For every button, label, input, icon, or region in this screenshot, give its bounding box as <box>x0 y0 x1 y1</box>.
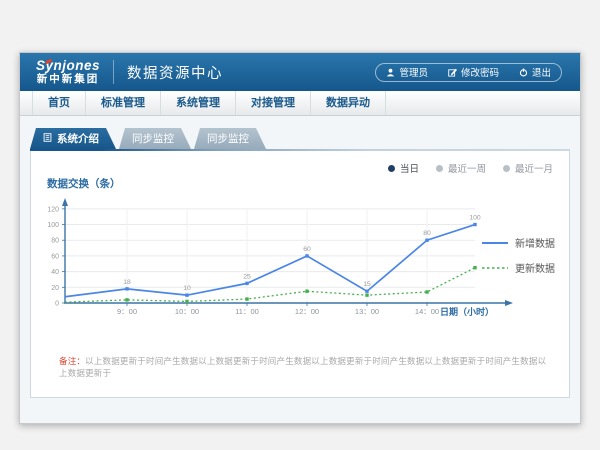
filter-last-week[interactable]: 最近一周 <box>436 161 486 175</box>
svg-text:25: 25 <box>243 273 251 280</box>
remark-note: 备注：以上数据更新于时间产生数据以上数据更新于时间产生数据以上数据更新于时间产生… <box>59 355 553 379</box>
remark-text: 以上数据更新于时间产生数据以上数据更新于时间产生数据以上数据更新于时间产生数据以… <box>59 356 546 378</box>
svg-text:20: 20 <box>51 285 59 292</box>
change-password-button[interactable]: 修改密码 <box>438 65 509 79</box>
svg-text:日期（小时）: 日期（小时） <box>440 306 494 317</box>
svg-text:13：00: 13：00 <box>355 307 379 316</box>
tab-label: 同步监控 <box>207 131 249 146</box>
legend-item-updated-data: 更新数据 <box>482 260 555 275</box>
logo-chinese: 新中新集团 <box>36 74 100 85</box>
svg-text:0: 0 <box>55 301 59 308</box>
nav-item-home[interactable]: 首页 <box>32 91 85 115</box>
svg-text:18: 18 <box>123 279 131 286</box>
svg-text:100: 100 <box>47 222 59 229</box>
admin-user-button[interactable]: 管理员 <box>376 65 438 79</box>
main-nav: 首页 标准管理 系统管理 对接管理 数据异动 <box>20 91 580 116</box>
legend-line-solid-icon <box>482 239 508 247</box>
svg-text:100: 100 <box>469 215 481 222</box>
tab-label: 系统介绍 <box>57 131 99 146</box>
tab-sync-monitor-2[interactable]: 同步监控 <box>194 128 266 149</box>
nav-item-system[interactable]: 系统管理 <box>160 91 235 115</box>
svg-text:10：00: 10：00 <box>175 307 199 316</box>
user-icon <box>386 68 395 77</box>
y-axis-title: 数据交换（条） <box>47 176 121 191</box>
legend-line-dotted-icon <box>482 264 508 272</box>
logout-button[interactable]: 退出 <box>509 65 561 79</box>
period-filters: 当日 最近一周 最近一月 <box>388 161 553 175</box>
svg-text:60: 60 <box>303 246 311 253</box>
remark-prefix: 备注： <box>59 356 85 366</box>
svg-text:11：00: 11：00 <box>235 307 259 316</box>
nav-item-changes[interactable]: 数据异动 <box>310 91 386 115</box>
page-title: 数据资源中心 <box>127 62 223 83</box>
filter-today[interactable]: 当日 <box>388 161 419 175</box>
line-chart: 0 20 40 60 80 100 120 9：00 10：00 11：00 12：00 13：00 1… <box>35 191 555 329</box>
content-area: 系统介绍 同步监控 同步监控 当日 最近一周 <box>20 116 580 423</box>
svg-text:40: 40 <box>51 269 59 276</box>
legend-label: 更新数据 <box>515 260 555 275</box>
radio-icon <box>436 165 443 172</box>
nav-item-standards[interactable]: 标准管理 <box>85 91 160 115</box>
filter-label: 当日 <box>400 161 419 175</box>
tab-system-intro[interactable]: 系统介绍 <box>30 128 116 149</box>
logo-english: Synjones <box>36 59 100 73</box>
user-toolbar: 管理员 修改密码 退出 <box>375 63 562 82</box>
tab-label: 同步监控 <box>132 131 174 146</box>
edit-icon <box>448 68 457 77</box>
power-icon <box>519 68 528 77</box>
filter-label: 最近一月 <box>515 161 553 175</box>
radio-selected-icon <box>388 165 395 172</box>
svg-text:60: 60 <box>51 253 59 260</box>
svg-text:120: 120 <box>47 206 59 213</box>
nav-item-interface[interactable]: 对接管理 <box>235 91 310 115</box>
chart-legend: 新增数据 更新数据 <box>482 235 555 285</box>
app-header: Synjones 新中新集团 数据资源中心 管理员 修改密码 <box>20 53 580 91</box>
svg-text:80: 80 <box>51 238 59 245</box>
tab-sync-monitor-1[interactable]: 同步监控 <box>119 128 191 149</box>
header-divider <box>113 60 114 84</box>
company-logo: Synjones 新中新集团 <box>36 59 100 84</box>
document-icon <box>43 133 52 145</box>
svg-text:12：00: 12：00 <box>295 307 319 316</box>
svg-text:9：00: 9：00 <box>117 307 137 316</box>
tab-bar: 系统介绍 同步监控 同步监控 <box>30 128 570 149</box>
filter-label: 最近一周 <box>448 161 486 175</box>
radio-icon <box>503 165 510 172</box>
app-window: Synjones 新中新集团 数据资源中心 管理员 修改密码 <box>19 52 581 424</box>
svg-text:15: 15 <box>363 281 371 288</box>
chart-panel: 当日 最近一周 最近一月 数据交换（条） 0 20 40 60 80 100 120 9：00… <box>30 151 570 398</box>
svg-text:80: 80 <box>423 230 431 237</box>
filter-last-month[interactable]: 最近一月 <box>503 161 553 175</box>
legend-label: 新增数据 <box>515 235 555 250</box>
logout-label: 退出 <box>532 65 551 79</box>
admin-user-label: 管理员 <box>399 65 428 79</box>
svg-text:14：00: 14：00 <box>415 307 439 316</box>
chart-container: 0 20 40 60 80 100 120 9：00 10：00 11：00 12：00 13：00 1… <box>35 191 555 334</box>
change-password-label: 修改密码 <box>461 65 499 79</box>
legend-item-new-data: 新增数据 <box>482 235 555 250</box>
svg-text:10: 10 <box>183 285 191 292</box>
